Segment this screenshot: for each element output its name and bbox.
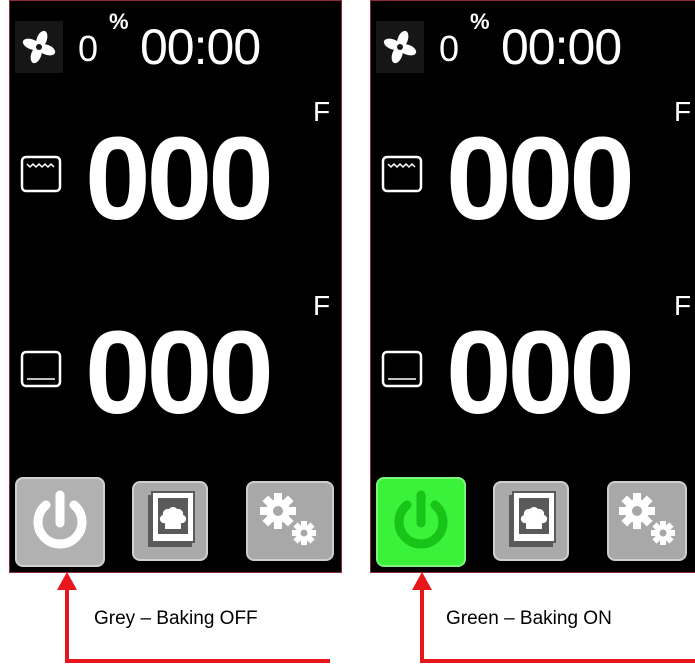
caption-baking-on: Green – Baking ON	[446, 608, 612, 629]
arrowhead-right	[412, 572, 432, 590]
caption-baking-off: Grey – Baking OFF	[94, 608, 258, 629]
callout-arrows	[57, 572, 695, 663]
arrowhead-left	[57, 572, 77, 590]
